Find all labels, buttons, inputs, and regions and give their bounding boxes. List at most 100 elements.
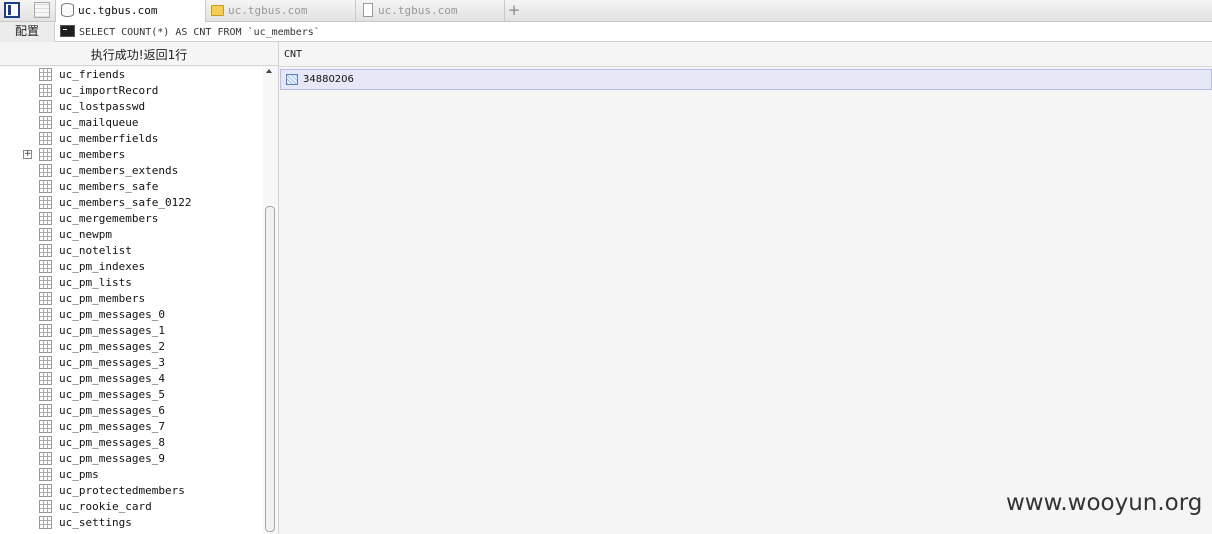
table-icon <box>39 244 52 257</box>
tree-item-uc-pm-messages-0[interactable]: uc_pm_messages_0 <box>0 307 262 323</box>
tree-item-uc-pm-indexes[interactable]: uc_pm_indexes <box>0 259 262 275</box>
table-icon <box>39 388 52 401</box>
table-icon <box>39 340 52 353</box>
table-icon <box>39 68 52 81</box>
tree-item-uc-notelist[interactable]: uc_notelist <box>0 243 262 259</box>
tree-scrollbar[interactable] <box>263 67 278 534</box>
table-icon <box>39 308 52 321</box>
tab-label: uc.tgbus.com <box>228 4 308 17</box>
scroll-up-icon[interactable] <box>266 69 272 73</box>
tree-item-label: uc_pm_lists <box>59 276 132 289</box>
tree-item-label: uc_pm_messages_2 <box>59 340 165 353</box>
table-icon <box>39 212 52 225</box>
tree-item-uc-lostpasswd[interactable]: uc_lostpasswd <box>0 99 262 115</box>
table-icon <box>39 276 52 289</box>
tree-item-uc-protectedmembers[interactable]: uc_protectedmembers <box>0 483 262 499</box>
expand-icon[interactable]: + <box>23 150 32 159</box>
grid-view-icon[interactable] <box>34 2 50 18</box>
tree-item-uc-newpm[interactable]: uc_newpm <box>0 227 262 243</box>
tree-item-uc-pm-messages-7[interactable]: uc_pm_messages_7 <box>0 419 262 435</box>
tree-item-label: uc_members_safe_0122 <box>59 196 192 209</box>
tree-item-uc-importrecord[interactable]: uc_importRecord <box>0 83 262 99</box>
tab-connection-2[interactable]: uc.tgbus.com <box>206 0 356 22</box>
tree-item-uc-pm-messages-8[interactable]: uc_pm_messages_8 <box>0 435 262 451</box>
tree-item-label: uc_pms <box>59 468 99 481</box>
terminal-icon <box>60 25 75 37</box>
tree-item-uc-pm-messages-1[interactable]: uc_pm_messages_1 <box>0 323 262 339</box>
scroll-thumb[interactable] <box>265 206 275 532</box>
table-icon <box>39 260 52 273</box>
table-icon <box>39 292 52 305</box>
tree-item-uc-members-extends[interactable]: uc_members_extends <box>0 163 262 179</box>
config-button[interactable]: 配置 <box>0 22 55 42</box>
table-icon <box>39 372 52 385</box>
tab-connection-1[interactable]: uc.tgbus.com <box>55 0 206 22</box>
table-row[interactable]: 34880206 <box>280 69 1212 90</box>
tree-item-uc-pm-messages-2[interactable]: uc_pm_messages_2 <box>0 339 262 355</box>
tree-item-label: uc_pm_messages_9 <box>59 452 165 465</box>
tree-item-label: uc_mergemembers <box>59 212 159 225</box>
tree-item-label: uc_mailqueue <box>59 116 139 129</box>
status-message: 执行成功!返回1行 <box>0 42 278 66</box>
tree-item-uc-members[interactable]: + uc_members <box>0 147 262 163</box>
tree-item-label: uc_lostpasswd <box>59 100 146 113</box>
tree-item-label: uc_pm_messages_3 <box>59 356 165 369</box>
tree-item-uc-pm-messages-5[interactable]: uc_pm_messages_5 <box>0 387 262 403</box>
tab-connection-3[interactable]: uc.tgbus.com <box>356 0 505 22</box>
tree-item-label: uc_protectedmembers <box>59 484 185 497</box>
tree-item-label: uc_notelist <box>59 244 132 257</box>
tab-label: uc.tgbus.com <box>78 4 158 17</box>
tree-item-uc-mergemembers[interactable]: uc_mergemembers <box>0 211 262 227</box>
table-icon <box>39 324 52 337</box>
tree-item-label: uc_pm_messages_5 <box>59 388 165 401</box>
table-icon <box>39 196 52 209</box>
tree-item-label: uc_pm_indexes <box>59 260 146 273</box>
tree-item-uc-rookie-card[interactable]: uc_rookie_card <box>0 499 262 515</box>
folder-icon <box>211 5 224 16</box>
tree-item-label: uc_members <box>59 148 126 161</box>
table-icon <box>39 100 52 113</box>
table-icon <box>39 164 52 177</box>
tree-item-uc-pm-lists[interactable]: uc_pm_lists <box>0 275 262 291</box>
add-tab-button[interactable]: + <box>506 0 522 22</box>
table-icon <box>39 500 52 513</box>
tree-item-label: uc_pm_messages_4 <box>59 372 165 385</box>
tree-item-uc-pm-messages-9[interactable]: uc_pm_messages_9 <box>0 451 262 467</box>
tree-item-uc-pm-messages-4[interactable]: uc_pm_messages_4 <box>0 371 262 387</box>
table-icon <box>39 468 52 481</box>
tree-item-uc-pm-members[interactable]: uc_pm_members <box>0 291 262 307</box>
cell-value-icon <box>286 74 298 85</box>
tree-item-label: uc_pm_messages_7 <box>59 420 165 433</box>
tree-item-label: uc_pm_messages_1 <box>59 324 165 337</box>
table-icon <box>39 132 52 145</box>
table-icon <box>39 116 52 129</box>
table-icon <box>39 228 52 241</box>
tree-item-label: uc_pm_messages_0 <box>59 308 165 321</box>
tree-item-label: uc_newpm <box>59 228 112 241</box>
query-input[interactable]: SELECT COUNT(*) AS CNT FROM `uc_members` <box>79 22 320 42</box>
table-icon <box>39 484 52 497</box>
tab-bar: uc.tgbus.com uc.tgbus.com uc.tgbus.com + <box>0 0 1212 22</box>
tree-item-uc-settings[interactable]: uc_settings <box>0 515 262 531</box>
table-icon <box>39 404 52 417</box>
tree-item-label: uc_friends <box>59 68 126 81</box>
tree-item-uc-members-safe[interactable]: uc_members_safe <box>0 179 262 195</box>
column-header-cnt[interactable]: CNT <box>279 42 1212 67</box>
tab-label: uc.tgbus.com <box>378 4 458 17</box>
table-icon <box>39 356 52 369</box>
panel-toggle-icon[interactable] <box>4 2 20 18</box>
tree-item-label: uc_importRecord <box>59 84 159 97</box>
watermark: www.wooyun.org <box>1006 490 1203 516</box>
tree-item-uc-friends[interactable]: uc_friends <box>0 67 262 83</box>
document-icon <box>363 3 373 17</box>
database-icon <box>61 3 74 17</box>
table-icon <box>39 84 52 97</box>
tree-item-uc-pms[interactable]: uc_pms <box>0 467 262 483</box>
tree-item-uc-memberfields[interactable]: uc_memberfields <box>0 131 262 147</box>
tree-item-uc-members-safe-0122[interactable]: uc_members_safe_0122 <box>0 195 262 211</box>
tree-item-uc-mailqueue[interactable]: uc_mailqueue <box>0 115 262 131</box>
table-icon <box>39 148 52 161</box>
tree-item-uc-pm-messages-6[interactable]: uc_pm_messages_6 <box>0 403 262 419</box>
cell-cnt-value[interactable]: 34880206 <box>303 70 354 90</box>
tree-item-uc-pm-messages-3[interactable]: uc_pm_messages_3 <box>0 355 262 371</box>
